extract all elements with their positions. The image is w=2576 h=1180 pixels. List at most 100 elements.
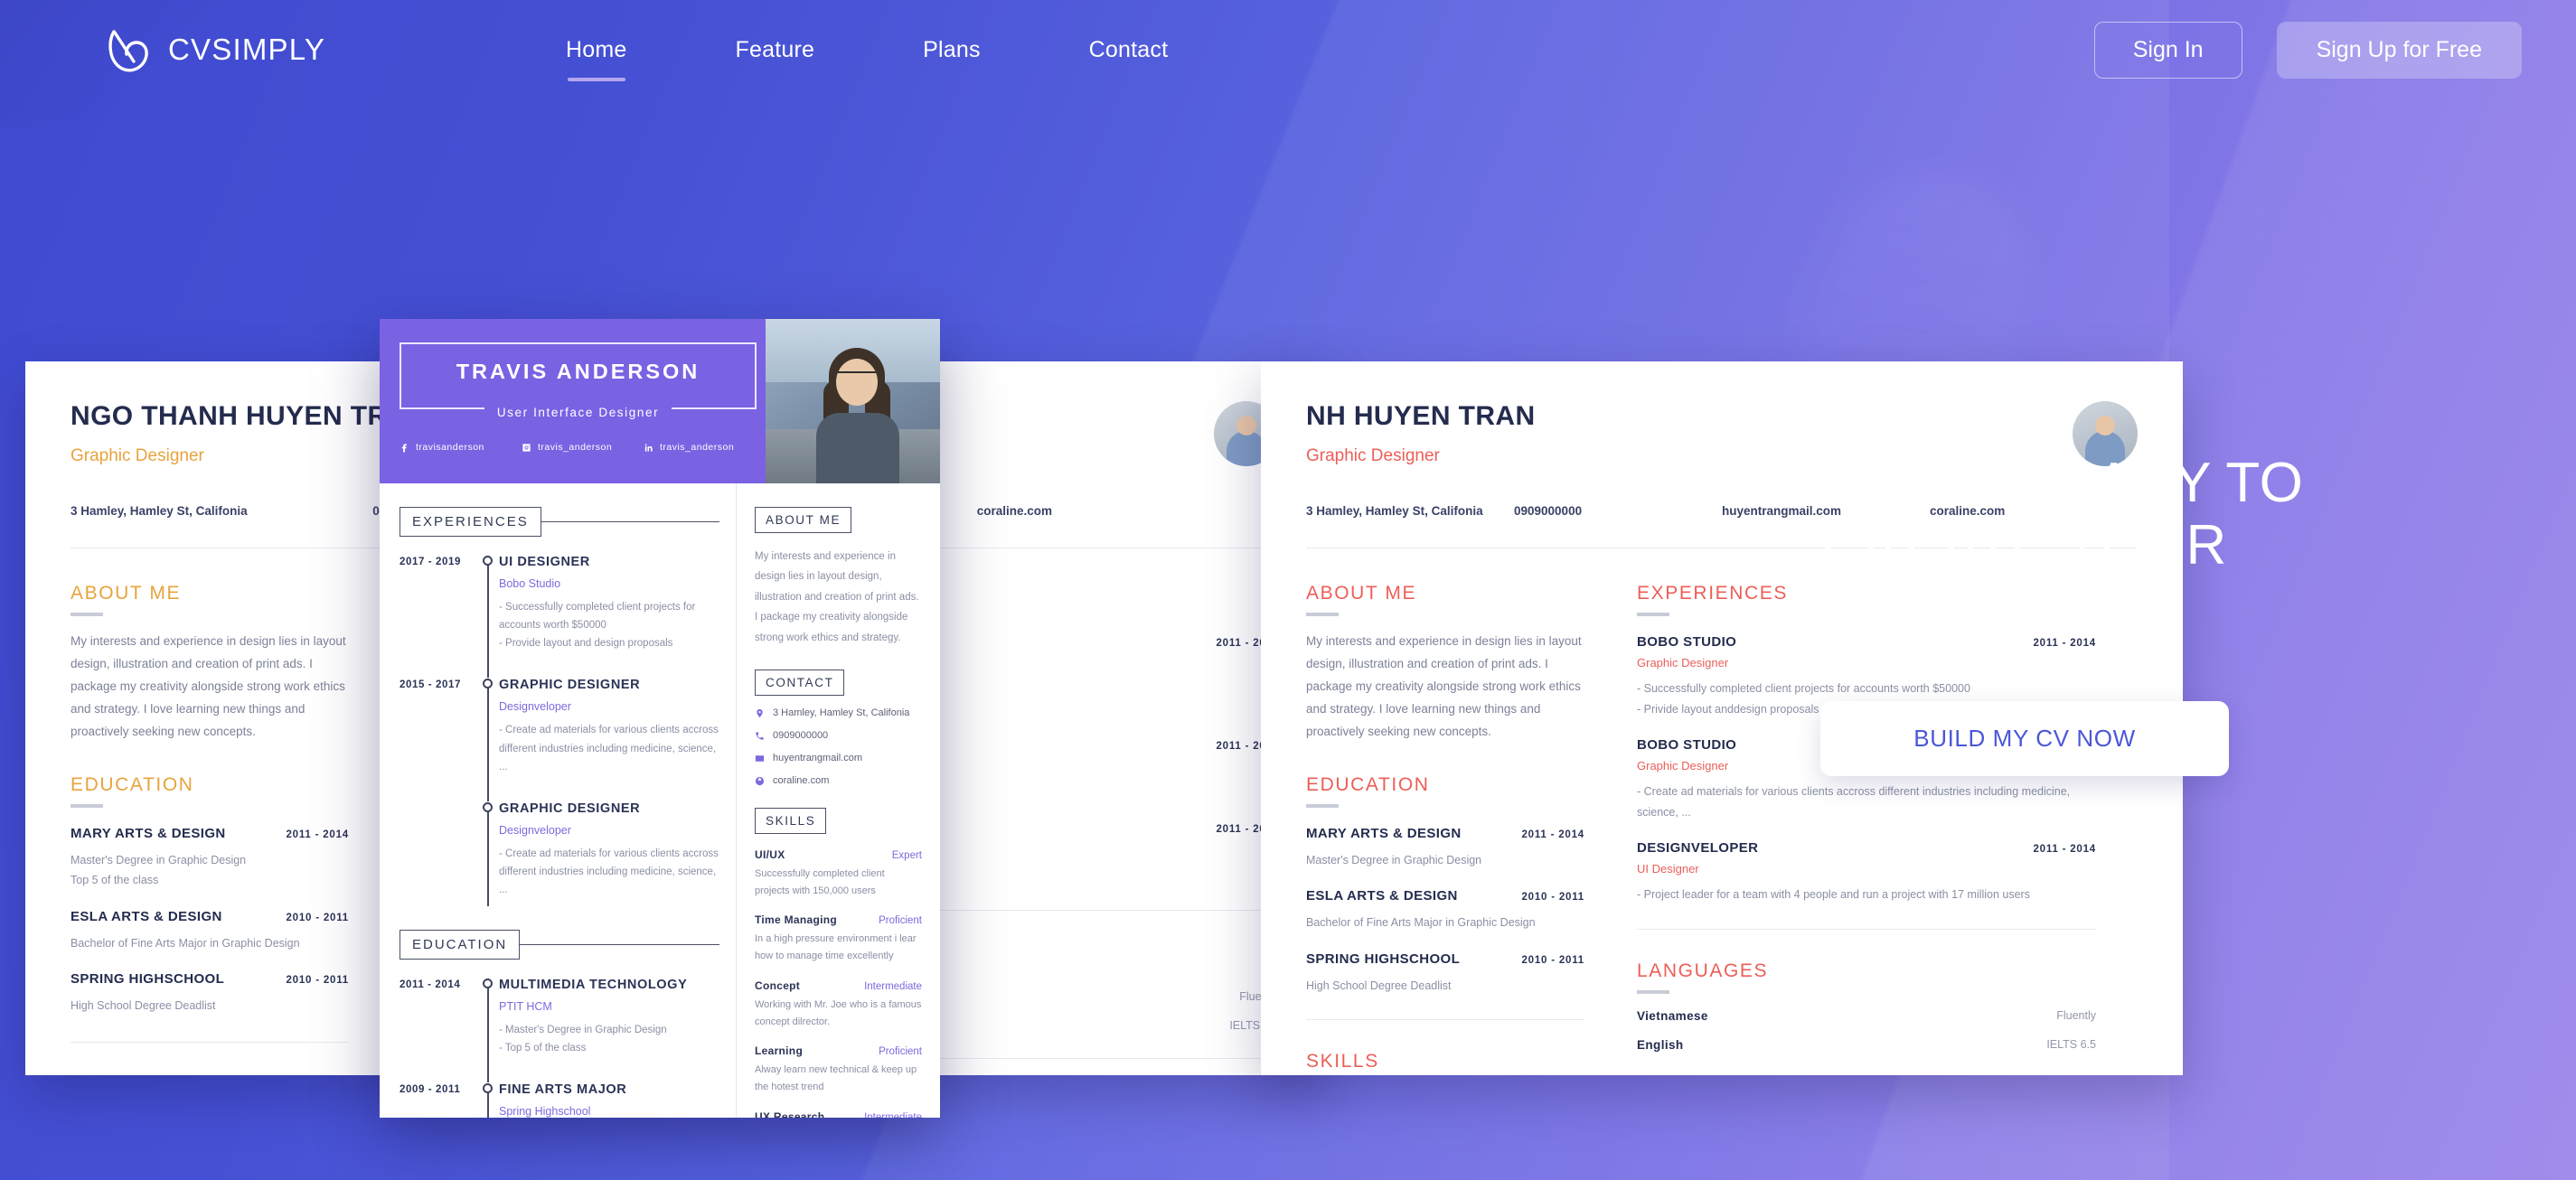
envelope-icon <box>755 754 765 762</box>
education-school: MARY ARTS & DESIGN <box>1306 825 1462 841</box>
cv-left-about-title: ABOUT ME <box>71 583 182 604</box>
experience-role: UI Designer <box>1637 862 1699 876</box>
skill-desc: Successfully completed client projects w… <box>755 868 885 896</box>
cv-mid-experiences-header: EXPERIENCES <box>400 507 719 537</box>
cv-mid-education-list: 2011 - 2014 MULTIMEDIA TECHNOLOGY PTIT HCM… <box>400 978 719 1118</box>
cv-left-education-underline <box>71 803 103 808</box>
swoosh-logo-icon <box>108 30 148 72</box>
social-facebook[interactable]: travisanderson <box>400 442 522 453</box>
cv-mid-experiences-title: EXPERIENCES <box>400 507 541 537</box>
education-desc: Bachelor of Fine Arts Major in Graphic D… <box>71 936 300 950</box>
social-handle: travisanderson <box>416 442 484 453</box>
education-date: 2010 - 2011 <box>1521 892 1584 904</box>
cv-preview-card-middle[interactable]: TRAVIS ANDERSON User Interface Designer … <box>380 319 940 1118</box>
cv-left-about-underline <box>71 613 103 616</box>
list-item: DESIGNVELOPER 2011 - 2014 UI Designer - P… <box>1637 840 2096 905</box>
social-handle: travis_anderson <box>659 442 735 453</box>
contact-phone-row: 0909000000 <box>755 730 922 741</box>
nav-item-feature[interactable]: Feature <box>736 37 815 63</box>
skill-level: Intermediate <box>864 980 922 992</box>
list-item: ESLA ARTS & DESIGN 2010 - 2011 Bachelor o… <box>71 909 349 954</box>
skill-name: UX Research <box>755 1110 825 1118</box>
education-school: MARY ARTS & DESIGN <box>71 825 226 841</box>
nav-item-plans[interactable]: Plans <box>923 37 981 63</box>
skill-desc: Alway learn new technical & keep up the … <box>755 1064 917 1092</box>
experience-desc: - Project leader for a team with 4 peopl… <box>1637 888 2030 901</box>
skill-name: Learning <box>755 1044 804 1058</box>
timeline-dot <box>483 679 493 689</box>
timeline-title: GRAPHIC DESIGNER <box>499 678 641 693</box>
cv-left-education-title: EDUCATION <box>71 773 194 795</box>
nav-item-contact[interactable]: Contact <box>1089 37 1169 63</box>
timeline-org: Designveloper <box>499 700 571 714</box>
timeline-rail <box>479 1082 499 1118</box>
cv-right-about-underline <box>1306 613 1339 616</box>
timeline-date: 2009 - 2011 <box>400 1084 461 1096</box>
timeline-title: FINE ARTS MAJOR <box>499 1082 627 1098</box>
contact-email: huyentrangmail.com <box>773 753 863 764</box>
language-level: IELTS 6.5 <box>2046 1037 2096 1051</box>
cv-mid-skills-header: SKILLS <box>755 808 922 835</box>
cv-left-contact-address: 3 Hamley, Hamley St, Califonia <box>71 504 248 518</box>
site-header: CVSIMPLY Home Feature Plans Contact Sign… <box>0 0 2576 99</box>
skill-level: Intermediate <box>864 1111 922 1118</box>
social-handle: travis_anderson <box>537 442 613 453</box>
cv-mid-name: TRAVIS ANDERSON <box>456 360 700 383</box>
education-school: SPRING HIGHSCHOOL <box>71 971 225 988</box>
hero-headline-line3: GREAT CV? <box>1866 576 2184 640</box>
cv-mid-skills-title: SKILLS <box>755 808 827 835</box>
sign-in-button[interactable]: Sign In <box>2093 21 2242 79</box>
education-school: SPRING HIGHSCHOOL <box>1306 951 1461 967</box>
cv-mid-socials: travisanderson travis_anderson travis_an… <box>400 442 766 453</box>
timeline-desc: - Successfully completed client projects… <box>499 602 696 650</box>
skill-entry: Time Managing Proficient In a high pressur… <box>755 913 922 964</box>
social-linkedin[interactable]: travis_anderson <box>644 442 766 453</box>
nav-item-home[interactable]: Home <box>566 37 627 81</box>
instagram-icon <box>522 443 531 452</box>
list-item: Vietnamese Fluently <box>1637 1009 2096 1023</box>
location-pin-icon <box>757 708 763 717</box>
social-instagram[interactable]: travis_anderson <box>522 442 644 453</box>
linkedin-icon <box>644 443 653 452</box>
timeline-title: MULTIMEDIA TECHNOLOGY <box>499 978 688 993</box>
timeline-item: 2015 - 2017 GRAPHIC DESIGNER Designveloper… <box>400 678 719 801</box>
timeline-dot <box>483 1083 493 1094</box>
education-desc: High School Degree Deadlist <box>1306 979 1452 992</box>
skill-entry: UI/UX Expert Successfully completed client… <box>755 848 922 899</box>
timeline-org: Designveloper <box>499 823 571 837</box>
cv-mid-name-frame: TRAVIS ANDERSON User Interface Designer <box>400 342 757 419</box>
contact-website-row: coraline.com <box>755 775 922 786</box>
timeline-rail <box>479 678 499 801</box>
timeline-title: GRAPHIC DESIGNER <box>499 801 641 816</box>
timeline-org: PTIT HCM <box>499 1000 552 1014</box>
brand-logo-group[interactable]: CVSIMPLY <box>107 26 325 73</box>
skill-entry: Concept Intermediate Working with Mr. Joe … <box>755 979 922 1030</box>
education-date: 2011 - 2014 <box>1521 829 1584 840</box>
skill-entry: Learning Proficient Alway learn new techni… <box>755 1044 922 1095</box>
education-date: 2010 - 2011 <box>286 912 349 923</box>
sign-up-button[interactable]: Sign Up for Free <box>2276 21 2522 79</box>
facebook-icon <box>401 443 407 453</box>
language-name: English <box>1637 1037 1684 1052</box>
skill-name: Time Managing <box>755 913 838 927</box>
hero-headline-line2: CREATE YOUR <box>1822 514 2227 577</box>
cv-right-languages-underline <box>1637 989 1669 994</box>
contact-phone: 0909000000 <box>773 730 829 742</box>
cv-mid-experience-list: 2017 - 2019 UI DESIGNER Bobo Studio - Succe… <box>400 555 719 907</box>
skill-level: Proficient <box>879 915 922 927</box>
education-desc: Master's Degree in Graphic Design <box>1306 853 1482 866</box>
list-item: English IELTS 6.5 <box>1637 1038 2096 1052</box>
experience-company: DESIGNVELOPER <box>1637 840 1759 856</box>
timeline-date: 2015 - 2017 <box>400 679 461 691</box>
skill-name: UI/UX <box>755 848 785 862</box>
timeline-dot <box>483 556 493 566</box>
experience-desc: - Create ad materials for various client… <box>1637 785 2071 819</box>
timeline-item: 2009 - 2011 FINE ARTS MAJOR Spring Highsch… <box>400 1082 719 1118</box>
cv-left-contact-website: coraline.com <box>976 504 1053 518</box>
build-my-cv-button[interactable]: BUILD MY CV NOW <box>1820 701 2229 777</box>
timeline-rail <box>479 801 499 907</box>
skill-desc: Working with Mr. Joe who is a famous con… <box>755 998 922 1027</box>
timeline-org: Spring Highschool <box>499 1105 591 1118</box>
list-item: SPRING HIGHSCHOOL 2010 - 2011 High School… <box>71 971 349 1016</box>
list-item: MARY ARTS & DESIGN 2011 - 2014 Master's D… <box>1306 826 1584 871</box>
